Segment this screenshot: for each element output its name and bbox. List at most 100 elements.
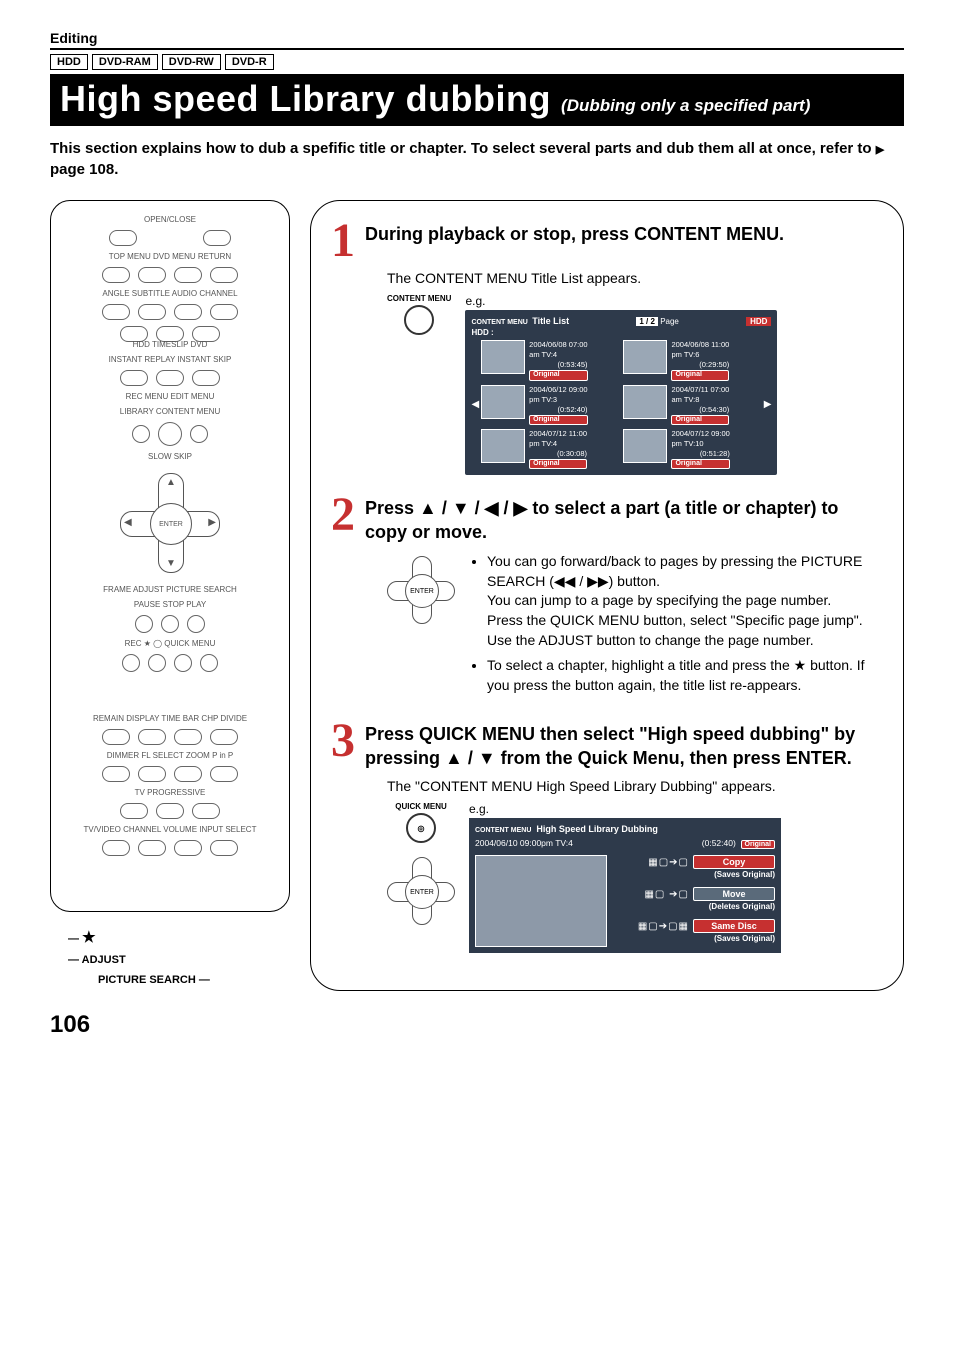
- intro-text: This section explains how to dub a spefi…: [50, 138, 904, 180]
- osd-drive-tag: HDD: [746, 317, 771, 326]
- title-list-item: 2004/06/08 11:00pm TV:6(0:29:50)Original: [623, 340, 761, 380]
- page-ref: page 108.: [50, 161, 118, 178]
- hsld-action: ▦▢➔▢▦ Same Disc(Saves Original): [617, 919, 775, 943]
- step-bullets: You can go forward/back to pages by pres…: [469, 552, 883, 701]
- title-list-osd: CONTENT MENU Title List 1 / 2 Page HDD H…: [465, 310, 777, 475]
- steps-panel: 1 During playback or stop, press CONTENT…: [310, 200, 904, 991]
- osd-thumbnail: [623, 385, 667, 419]
- remote-button-icon: [174, 729, 202, 745]
- media-tags: HDD DVD-RAM DVD-RW DVD-R: [50, 54, 904, 70]
- item-duration: (0:52:40): [529, 405, 587, 414]
- hsld-action: ▦▢ ➔▢Move(Deletes Original): [617, 887, 775, 911]
- item-channel: pm TV:4: [529, 439, 587, 448]
- remote-button-icon: [174, 766, 202, 782]
- stop-button-icon: [161, 615, 179, 633]
- remote-row-label: ANGLE SUBTITLE AUDIO CHANNEL: [102, 289, 237, 298]
- star-icon: ★: [794, 657, 807, 673]
- remote-button-icon: [156, 803, 184, 819]
- remote-row-label: FRAME ADJUST PICTURE SEARCH: [103, 585, 237, 594]
- original-badge: Original: [529, 415, 587, 425]
- page-left-arrow-icon: ◀: [471, 399, 479, 410]
- play-button-icon: [187, 615, 205, 633]
- item-duration: (0:51:28): [671, 449, 729, 458]
- item-duration: (0:29:50): [671, 360, 729, 369]
- original-badge: Original: [529, 370, 587, 380]
- osd-thumbnail: [481, 385, 525, 419]
- remote-button-icon: [102, 304, 130, 320]
- remote-button-icon: [174, 267, 202, 283]
- content-menu-button-icon: [190, 425, 208, 443]
- step-2: 2 Press ▲ / ▼ / ◀ / ▶ to select a part (…: [331, 493, 883, 701]
- remote-row-label: SLOW SKIP: [148, 452, 192, 461]
- library-button-icon: [132, 425, 150, 443]
- enter-button-icon: ENTER: [405, 875, 439, 909]
- enter-button-icon: ENTER: [150, 503, 192, 545]
- media-tag: DVD-RW: [162, 54, 221, 70]
- remote-row-label: REC MENU EDIT MENU: [126, 392, 215, 401]
- rec-button-icon: [122, 654, 140, 672]
- remote-button-icon: [138, 840, 166, 856]
- remote-legend: — ★ — ADJUST PICTURE SEARCH —: [68, 924, 290, 991]
- step-3: 3 Press QUICK MENU then select "High spe…: [331, 719, 883, 953]
- remote-button-icon: [138, 267, 166, 283]
- remote-button-icon: [158, 422, 182, 446]
- title-list-item: 2004/07/12 09:00pm TV:10(0:51:28)Origina…: [623, 429, 761, 469]
- remote-button-icon: [120, 803, 148, 819]
- item-duration: (0:54:30): [671, 405, 729, 414]
- title-list-item: 2004/06/12 09:00pm TV:3(0:52:40)Original: [481, 385, 619, 425]
- action-flow-icon: ▦▢➔▢: [648, 857, 689, 868]
- item-date: 2004/06/12 09:00: [529, 385, 587, 394]
- action-button: Same Disc: [693, 919, 775, 933]
- hsld-osd: CONTENT MENU High Speed Library Dubbing …: [469, 818, 781, 953]
- osd-thumbnail: [475, 855, 607, 947]
- star-icon: ★: [82, 929, 95, 946]
- item-channel: am TV:4: [529, 350, 587, 359]
- item-channel: pm TV:3: [529, 395, 587, 404]
- content-menu-button-graphic: CONTENT MENU: [387, 294, 451, 335]
- remote-row-label: REMAIN DISPLAY TIME BAR CHP DIVIDE: [93, 714, 247, 723]
- eject-button-icon: [109, 230, 137, 246]
- original-badge: Original: [671, 459, 729, 469]
- item-duration: (0:53:45): [529, 360, 587, 369]
- power-button-icon: [203, 230, 231, 246]
- original-badge: Original: [671, 415, 729, 425]
- example-label: e.g.: [469, 802, 883, 816]
- remote-button-icon: [210, 766, 238, 782]
- osd-menu-label: CONTENT MENU: [471, 319, 527, 326]
- remote-button-icon: [210, 729, 238, 745]
- remote-row-label: TV/VIDEO CHANNEL VOLUME INPUT SELECT: [84, 825, 257, 834]
- step-title: During playback or stop, press CONTENT M…: [365, 219, 784, 246]
- bullet-item: To select a chapter, highlight a title a…: [487, 656, 883, 695]
- remote-row-label: INSTANT REPLAY INSTANT SKIP: [109, 355, 232, 364]
- page-number: 106: [50, 1011, 904, 1039]
- page-right-arrow-icon: ▶: [764, 399, 772, 410]
- remote-row-label: TV PROGRESSIVE: [135, 788, 206, 797]
- button-label: QUICK MENU: [395, 802, 447, 811]
- original-badge: Original: [529, 459, 587, 469]
- step-1: 1 During playback or stop, press CONTENT…: [331, 219, 883, 475]
- remote-button-icon: [102, 729, 130, 745]
- remote-button-icon: [102, 267, 130, 283]
- remote-button-icon: [138, 729, 166, 745]
- remote-row-label: LIBRARY CONTENT MENU: [120, 407, 220, 416]
- action-desc: (Saves Original): [714, 934, 775, 943]
- item-date: 2004/07/12 09:00: [671, 429, 729, 438]
- remote-button-icon: [138, 304, 166, 320]
- remote-button-icon: [192, 803, 220, 819]
- quick-menu-button-graphic: QUICK MENU ◎: [395, 802, 447, 843]
- media-tag: HDD: [50, 54, 88, 70]
- remote-row-label: HDD TIMESLIP DVD: [133, 340, 208, 349]
- quick-menu-button-icon: [200, 654, 218, 672]
- media-tag: DVD-R: [225, 54, 274, 70]
- hsld-action: ▦▢➔▢Copy(Saves Original): [617, 855, 775, 879]
- adjust-button-icon: [174, 654, 192, 672]
- button-circle-icon: ◎: [406, 813, 436, 843]
- item-date: 2004/07/12 11:00: [529, 429, 587, 438]
- page-subtitle: (Dubbing only a specified part): [561, 96, 810, 116]
- action-flow-icon: ▦▢ ➔▢: [644, 889, 689, 900]
- remote-row-label: REC ★ ◯ QUICK MENU: [125, 639, 216, 648]
- action-flow-icon: ▦▢➔▢▦: [638, 921, 689, 932]
- intro-text-a: This section explains how to dub a spefi…: [50, 140, 876, 157]
- remote-row-label: TOP MENU DVD MENU RETURN: [109, 252, 231, 261]
- step-body-text: The "CONTENT MENU High Speed Library Dub…: [387, 778, 883, 794]
